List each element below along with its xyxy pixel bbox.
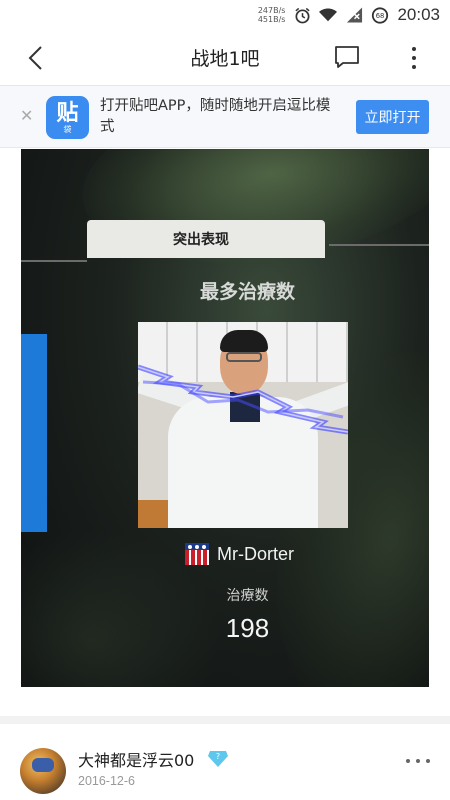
diamond-badge-icon: ? [208, 751, 228, 767]
lightning-effect [138, 364, 348, 435]
back-button[interactable] [20, 42, 52, 74]
more-horizontal-icon [406, 759, 410, 763]
network-speed: 247B/s 451B/s [258, 6, 286, 24]
alarm-icon [293, 6, 311, 24]
post-image[interactable]: 突出表现 最多治療数 Mr-Dorter 治療数 198 [21, 149, 429, 687]
logo-subtext: 袋 [63, 124, 72, 134]
post-date: 2016-12-6 [78, 774, 135, 788]
logo-text: 贴 [56, 100, 79, 126]
status-bar: 247B/s 451B/s 68 20:03 [0, 0, 450, 30]
battery-level: 68 [376, 12, 385, 20]
net-down-speed: 451B/s [257, 15, 286, 24]
stat-label: 治療数 [226, 588, 269, 604]
username[interactable]: 大神都是浮云00 [78, 747, 194, 771]
svg-text:?: ? [216, 752, 220, 761]
blue-panel [21, 334, 47, 532]
stat-value: 198 [225, 613, 270, 643]
comment-button[interactable] [334, 44, 362, 72]
avatar[interactable] [20, 748, 66, 794]
page-title: 战地1吧 [190, 48, 260, 70]
flag-icon [185, 543, 209, 565]
award-category-tab: 突出表现 [87, 220, 325, 258]
comment-icon [335, 46, 359, 68]
player-photo [138, 322, 348, 528]
banner-message: 打开贴吧APP，随时随地开启逗比模式 [100, 98, 331, 135]
chevron-left-icon [28, 46, 42, 70]
net-up-speed: 247B/s [257, 6, 286, 15]
more-button[interactable] [400, 42, 428, 74]
open-app-button[interactable]: 立即打开 [356, 100, 429, 134]
section-divider [0, 716, 450, 724]
more-vertical-icon [412, 47, 416, 51]
player-row: Mr-Dorter [185, 543, 294, 565]
player-name: Mr-Dorter [217, 543, 294, 564]
signal-icon [345, 6, 363, 24]
wifi-icon [319, 6, 338, 24]
tieba-app-icon: 贴 袋 [46, 96, 89, 139]
close-icon[interactable]: ✕ [20, 108, 33, 124]
clock-time: 20:03 [397, 5, 440, 24]
nav-bar: 战地1吧 [0, 30, 450, 86]
battery-icon: 68 [371, 6, 389, 24]
reply-more-button[interactable] [406, 756, 430, 766]
award-title: 最多治療数 [199, 281, 295, 303]
